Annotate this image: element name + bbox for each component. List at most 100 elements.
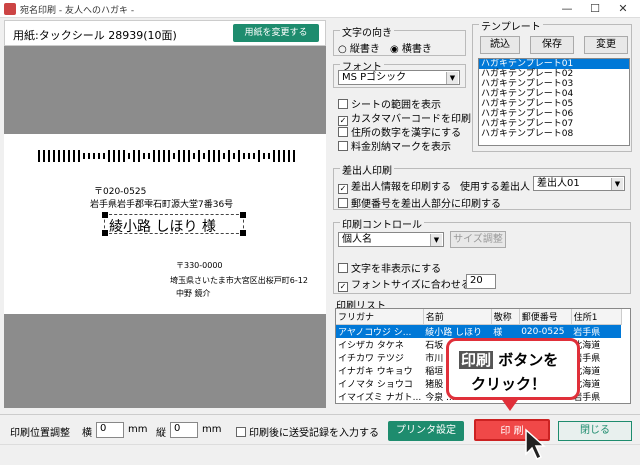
vertical-radio[interactable]: ○ 縦書き [338,40,380,55]
template-list-item[interactable]: ハガキテンプレート02 [479,69,629,79]
table-cell: アヤノコウジ シ... [336,324,424,338]
barcode-bar [283,150,285,162]
postage-mark-checkbox[interactable]: 料金別納マークを表示 [338,138,451,153]
column-header[interactable]: 住所1 [571,309,622,325]
recipient-address: 岩手県岩手郡雫石町源大堂7番36号 [90,200,234,210]
table-cell: 綾小路 しほり [423,324,492,338]
close-window-button[interactable]: ✕ [608,1,638,17]
minimize-button[interactable]: — [552,1,582,17]
barcode-bar [278,150,280,162]
barcode-bar [158,150,160,162]
barcode-bar [163,150,165,162]
barcode-bar [168,150,170,162]
barcode-bar [193,153,195,159]
printer-setting-button[interactable]: プリンタ設定 [388,421,464,441]
option-label: 印刷後に送受記録を入力する [249,428,379,439]
vertical-offset-input[interactable]: 0 [170,422,198,438]
font-select[interactable]: MS Pゴシック ▼ [338,70,460,85]
checkbox-box [338,127,348,137]
label-preview[interactable]: 〒020-0525 岩手県岩手郡雫石町源大堂7番36号 綾小路 しほり 様 〒3… [4,134,326,314]
chevron-down-icon: ▼ [446,72,458,84]
checkbox-box [338,141,348,151]
option-label: 郵便番号を差出人部分に印刷する [351,199,501,210]
print-sender-checkbox[interactable]: ✓ 差出人情報を印刷する [338,178,451,194]
resize-handle[interactable] [102,230,108,236]
change-button[interactable]: 変更 [584,36,628,54]
barcode-bar [233,153,235,159]
barcode-bar [288,150,290,162]
checkbox-box [338,263,348,273]
resize-handle[interactable] [240,212,246,218]
barcode-bar [83,153,85,159]
hide-text-checkbox[interactable]: 文字を非表示にする [338,260,441,275]
title-bar: 宛名印刷 - 友人へのハガキ - — ☐ ✕ [0,0,640,18]
template-list-item[interactable]: ハガキテンプレート01 [479,59,629,69]
maximize-button[interactable]: ☐ [580,1,610,17]
fit-font-size-input[interactable]: 20 [466,274,496,289]
barcode-bar [263,153,265,159]
column-header[interactable]: 郵便番号 [519,309,572,325]
barcode-bar [63,150,65,162]
group-title: テンプレート [479,18,543,33]
save-button[interactable]: 保存 [530,36,574,54]
template-list-item[interactable]: ハガキテンプレート03 [479,79,629,89]
template-list-item[interactable]: ハガキテンプレート08 [479,129,629,139]
barcode-bar [143,153,145,159]
barcode-bar [293,150,295,162]
sender-select[interactable]: 差出人01 ▼ [533,176,625,191]
horizontal-label: 横 [82,428,92,439]
horizontal-offset-input[interactable]: 0 [96,422,124,438]
unit-label: mm [202,424,222,435]
barcode-bar [93,153,95,159]
barcode-bar [253,153,255,159]
fit-font-checkbox[interactable]: ✓ フォントサイズに合わせる [338,276,471,292]
table-cell: イマイズミ ナガト... [338,393,422,403]
group-title: 差出人印刷 [340,162,394,177]
horizontal-radio[interactable]: ◉ 横書き [390,40,432,55]
customer-barcode [38,150,295,162]
load-button[interactable]: 読込 [480,36,520,54]
column-header[interactable]: 敬称 [491,309,520,325]
table-row[interactable]: アヤノコウジ シ... 綾小路 しほり様 020-0525 岩手県 [336,324,622,338]
option-label: 差出人情報を印刷する [351,182,451,193]
barcode-bar [188,150,190,162]
sender-name: 中野 鏡介 [176,289,211,298]
barcode-bar [213,150,215,162]
record-after-print-checkbox[interactable]: 印刷後に送受記録を入力する [236,424,379,439]
barcode-bar [58,150,60,162]
resize-handle[interactable] [240,230,246,236]
template-list-item[interactable]: ハガキテンプレート07 [479,119,629,129]
recipient-name-box[interactable]: 綾小路 しほり 様 [102,212,246,236]
window-title: 宛名印刷 - 友人へのハガキ - [20,6,135,16]
template-list-item[interactable]: ハガキテンプレート05 [479,99,629,109]
column-header[interactable]: フリガナ [336,309,424,325]
barcode-bar [43,150,45,162]
template-list[interactable]: ハガキテンプレート01 ハガキテンプレート02 ハガキテンプレート03 ハガキテンプレ… [478,58,630,146]
kanji-numbers-checkbox[interactable]: 住所の数字を漢字にする [338,124,461,139]
resize-handle[interactable] [102,212,108,218]
sender-value: 差出人01 [537,178,580,189]
barcode-bar [88,153,90,159]
change-paper-button[interactable]: 用紙を変更する [233,24,319,42]
template-list-item[interactable]: ハガキテンプレート04 [479,89,629,99]
show-sheet-range-checkbox[interactable]: シートの範囲を表示 [338,96,441,111]
paper-label: 用紙:タックシール 28939(10面) [13,29,177,42]
barcode-bar [183,150,185,162]
postal-in-sender-checkbox[interactable]: 郵便番号を差出人部分に印刷する [338,195,501,210]
close-button[interactable]: 閉じる [558,421,632,441]
callout-text: ボタンを [493,351,559,369]
option-label: フォントサイズに合わせる [351,280,471,291]
column-header[interactable]: 名前 [423,309,492,325]
barcode-bar [113,150,115,162]
barcode-bar [123,150,125,162]
app-icon [4,3,16,15]
template-list-item[interactable]: ハガキテンプレート06 [479,109,629,119]
barcode-bar [203,153,205,159]
barcode-bar [248,153,250,159]
barcode-bar [148,153,150,159]
print-control-select[interactable]: 個人名 ▼ [338,232,444,247]
position-adjust-label: 印刷位置調整 [10,428,70,439]
barcode-bar [53,150,55,162]
recipient-postal: 〒020-0525 [94,187,147,197]
size-adjust-button[interactable]: サイズ調整 [450,231,506,248]
